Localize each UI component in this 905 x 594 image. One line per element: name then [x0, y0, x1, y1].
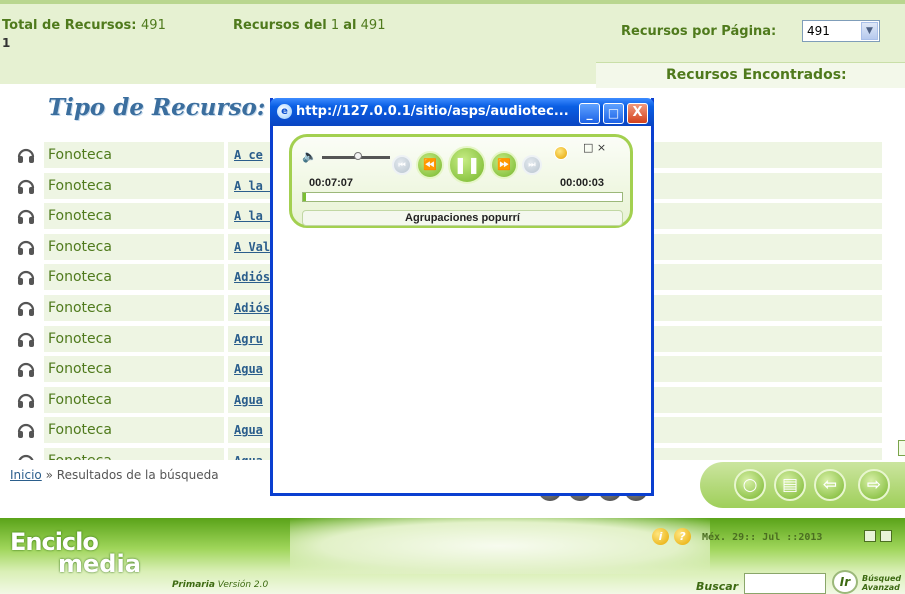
per-page-select[interactable]: 491 ▼ — [802, 20, 880, 42]
player-window-controls[interactable]: □ × — [583, 141, 606, 154]
per-page-label: Recursos por Página: — [621, 24, 777, 39]
total-label: Total de Recursos: — [2, 18, 137, 33]
remaining-time: 00:00:03 — [560, 177, 605, 189]
volume-knob[interactable] — [354, 152, 362, 160]
help-icon[interactable]: ? — [674, 528, 691, 545]
date-display: Méx. 29:: Jul ::2013 — [702, 532, 823, 543]
rewind-icon[interactable]: ⏪ — [416, 151, 444, 179]
close-button[interactable]: X — [627, 103, 648, 124]
per-page-value: 491 — [807, 24, 830, 38]
seek-progress — [303, 193, 307, 201]
total-line2: 1 — [2, 36, 11, 50]
audio-popup-window: e http://127.0.0.1/sitio/asps/audiotec..… — [270, 98, 654, 496]
range-indicator: Recursos del 1 al 491 — [233, 18, 385, 33]
advanced-search-link[interactable]: Búsqued Avanzad — [862, 574, 901, 592]
scrollbar-handle[interactable] — [898, 440, 905, 456]
maximize-button[interactable]: □ — [603, 103, 624, 124]
row-category: Fonoteca — [44, 448, 224, 460]
edition-label: Primaria Versión 2.0 — [172, 580, 268, 590]
breadcrumb-home-link[interactable]: Inicio — [10, 468, 42, 482]
headphones-icon — [17, 271, 35, 286]
headphones-icon — [17, 210, 35, 225]
edition-level: Primaria — [172, 580, 215, 590]
range-from: 1 — [330, 18, 340, 33]
row-category: Fonoteca — [44, 233, 224, 260]
pause-icon[interactable]: ❚❚ — [448, 146, 486, 184]
row-category: Fonoteca — [44, 356, 224, 383]
minimize-app-icon[interactable] — [864, 530, 876, 542]
elapsed-time: 00:07:07 — [309, 177, 354, 189]
headphones-icon — [18, 454, 34, 460]
skip-back-icon[interactable]: ⏮ — [392, 155, 412, 175]
search-input[interactable] — [744, 573, 826, 594]
headphones-icon — [17, 332, 35, 347]
range-mid: al — [343, 18, 357, 33]
restore-app-icon[interactable] — [880, 530, 892, 542]
found-tab: Recursos Encontrados: — [596, 62, 905, 88]
minimize-button[interactable]: _ — [579, 103, 600, 124]
skip-forward-icon[interactable]: ⏭ — [522, 155, 542, 175]
browser-icon: e — [277, 104, 292, 119]
back-arrow-icon[interactable]: ⇦ — [814, 469, 846, 501]
chevron-down-icon[interactable]: ▼ — [861, 22, 878, 40]
range-label: Recursos del — [233, 18, 327, 33]
go-button[interactable]: Ir — [832, 570, 858, 594]
row-category: Fonoteca — [44, 386, 224, 413]
total-value: 491 — [141, 18, 166, 33]
info-badge-icon[interactable] — [554, 146, 568, 160]
track-title: Agrupaciones popurrí — [302, 210, 623, 226]
document-icon[interactable]: ▤ — [774, 469, 806, 501]
seek-bar[interactable] — [302, 192, 623, 202]
headphones-icon — [17, 363, 35, 378]
headphones-icon — [17, 179, 35, 194]
row-category: Fonoteca — [44, 325, 224, 352]
search-circle-icon[interactable]: ○ — [734, 469, 766, 501]
search-label: Buscar — [696, 580, 739, 593]
popup-title: http://127.0.0.1/sitio/asps/audiotec... — [296, 104, 569, 119]
fast-forward-icon[interactable]: ⏩ — [490, 151, 518, 179]
advanced-line1: Búsqued — [862, 574, 902, 583]
results-header: Total de Recursos: 491 1 Recursos del 1 … — [0, 0, 905, 88]
row-category: Fonoteca — [44, 417, 224, 444]
footer-highlight — [290, 518, 710, 574]
total-resources: Total de Recursos: 491 — [2, 18, 166, 33]
forward-arrow-icon[interactable]: ⇨ — [858, 469, 890, 501]
headphones-icon — [17, 393, 35, 408]
headphones-icon — [17, 148, 35, 163]
row-category: Fonoteca — [44, 203, 224, 230]
breadcrumb-current: Resultados de la búsqueda — [56, 468, 219, 482]
breadcrumb-separator: » — [45, 468, 53, 482]
headphones-icon — [17, 424, 35, 439]
advanced-line2: Avanzad — [862, 583, 900, 592]
resource-type-title: Tipo de Recurso: — [48, 94, 266, 121]
volume-icon[interactable]: 🔈 — [302, 149, 317, 163]
info-icon[interactable]: i — [652, 528, 669, 545]
audio-player: 🔈 ⏮ ⏪ ❚❚ ⏩ ⏭ □ × 00:07:07 00:00:03 Agrup… — [289, 134, 633, 228]
row-category: Fonoteca — [44, 295, 224, 321]
edition-version: Versión 2.0 — [217, 580, 269, 590]
row-category: Fonoteca — [44, 142, 224, 168]
range-to: 491 — [360, 18, 386, 33]
headphones-icon — [17, 301, 35, 316]
logo-line2: media — [58, 550, 141, 578]
headphones-icon — [17, 240, 35, 255]
row-category: Fonoteca — [44, 172, 224, 199]
row-category: Fonoteca — [44, 264, 224, 291]
breadcrumb: Inicio » Resultados de la búsqueda — [10, 468, 219, 482]
